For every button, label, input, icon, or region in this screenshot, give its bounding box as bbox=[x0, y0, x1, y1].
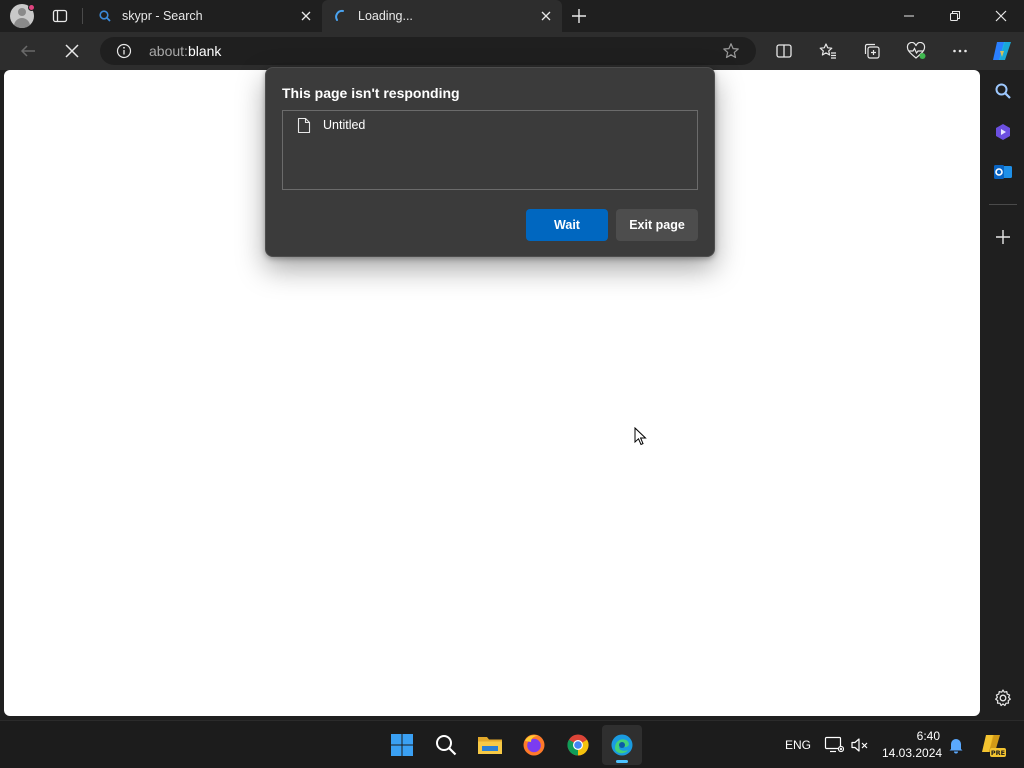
copilot-icon bbox=[993, 42, 1011, 60]
sidebar-separator bbox=[989, 204, 1017, 205]
taskbar: ENG 6:40 14.03.2024 PRE bbox=[0, 720, 1024, 768]
file-explorer-button[interactable] bbox=[470, 725, 510, 765]
copilot-button[interactable] bbox=[990, 39, 1014, 63]
address-bar[interactable]: about:blank bbox=[100, 37, 756, 65]
clock-time[interactable]: 6:40 bbox=[917, 729, 940, 743]
heart-pulse-icon bbox=[906, 42, 926, 59]
start-icon bbox=[391, 734, 413, 756]
copilot-preview-icon[interactable]: PRE bbox=[980, 732, 1006, 758]
mouse-cursor-icon bbox=[634, 427, 647, 446]
restore-button[interactable] bbox=[932, 0, 978, 32]
more-icon bbox=[953, 49, 967, 53]
svg-text:PRE: PRE bbox=[991, 749, 1005, 757]
tab-search[interactable]: skypr - Search bbox=[86, 0, 322, 32]
address-url[interactable]: about:blank bbox=[149, 43, 221, 59]
chrome-button[interactable] bbox=[558, 725, 598, 765]
collections-icon bbox=[864, 43, 880, 59]
close-tab-icon[interactable] bbox=[300, 10, 312, 22]
favorite-star-icon[interactable] bbox=[722, 42, 740, 60]
tab-separator bbox=[82, 8, 83, 24]
toolbar: about:blank bbox=[0, 32, 1024, 70]
stop-loading-button[interactable] bbox=[62, 41, 82, 61]
tab-actions-icon[interactable] bbox=[52, 8, 68, 24]
split-screen-button[interactable] bbox=[774, 41, 794, 61]
tab-title: Loading... bbox=[358, 9, 413, 23]
restore-icon bbox=[950, 11, 960, 21]
minimize-icon bbox=[904, 15, 914, 17]
more-options-button[interactable] bbox=[950, 41, 970, 61]
back-button[interactable] bbox=[18, 41, 38, 61]
active-app-indicator bbox=[616, 760, 628, 763]
close-icon bbox=[65, 44, 79, 58]
document-icon bbox=[297, 117, 311, 134]
back-arrow-icon bbox=[20, 45, 35, 57]
tab-bar: skypr - Search Loading... bbox=[0, 0, 1024, 32]
collections-button[interactable] bbox=[862, 41, 882, 61]
new-tab-icon[interactable] bbox=[571, 8, 587, 24]
edge-button[interactable] bbox=[602, 725, 642, 765]
list-item: Untitled bbox=[323, 118, 366, 132]
favorites-button[interactable] bbox=[818, 41, 838, 61]
copilot-designer-icon[interactable] bbox=[993, 122, 1013, 142]
notification-bell-icon[interactable] bbox=[948, 736, 964, 754]
close-window-button[interactable] bbox=[978, 0, 1024, 32]
start-button[interactable] bbox=[382, 725, 422, 765]
taskbar-search-button[interactable] bbox=[426, 725, 466, 765]
page-unresponsive-dialog: This page isn't responding Untitled Wait… bbox=[265, 67, 715, 257]
split-screen-icon bbox=[776, 44, 792, 58]
search-icon bbox=[436, 735, 457, 756]
favorites-icon bbox=[819, 43, 836, 59]
exit-page-button[interactable]: Exit page bbox=[616, 209, 698, 241]
loading-spinner-icon bbox=[335, 9, 344, 21]
clock-date[interactable]: 14.03.2024 bbox=[882, 746, 942, 760]
language-indicator[interactable]: ENG bbox=[785, 738, 811, 752]
notification-dot bbox=[28, 4, 35, 11]
outlook-icon[interactable] bbox=[993, 162, 1013, 182]
minimize-button[interactable] bbox=[886, 0, 932, 32]
add-icon[interactable] bbox=[993, 227, 1013, 247]
search-icon[interactable] bbox=[993, 81, 1013, 101]
browser-essentials-button[interactable] bbox=[906, 41, 926, 61]
firefox-button[interactable] bbox=[514, 725, 554, 765]
file-explorer-icon bbox=[478, 737, 502, 754]
dialog-title: This page isn't responding bbox=[282, 85, 460, 101]
search-icon bbox=[99, 10, 111, 22]
close-icon bbox=[995, 10, 1007, 22]
unresponsive-pages-list: Untitled bbox=[282, 110, 698, 190]
settings-gear-icon[interactable] bbox=[993, 688, 1013, 708]
chrome-icon bbox=[567, 734, 589, 756]
right-sidebar bbox=[983, 70, 1024, 720]
network-icon[interactable] bbox=[824, 736, 844, 754]
edge-icon bbox=[611, 734, 633, 756]
tab-title: skypr - Search bbox=[122, 9, 203, 23]
close-tab-icon[interactable] bbox=[540, 10, 552, 22]
firefox-icon bbox=[523, 734, 545, 756]
volume-muted-icon[interactable] bbox=[850, 736, 870, 754]
wait-button[interactable]: Wait bbox=[526, 209, 608, 241]
info-icon[interactable] bbox=[116, 43, 132, 59]
tab-loading[interactable]: Loading... bbox=[322, 0, 562, 32]
